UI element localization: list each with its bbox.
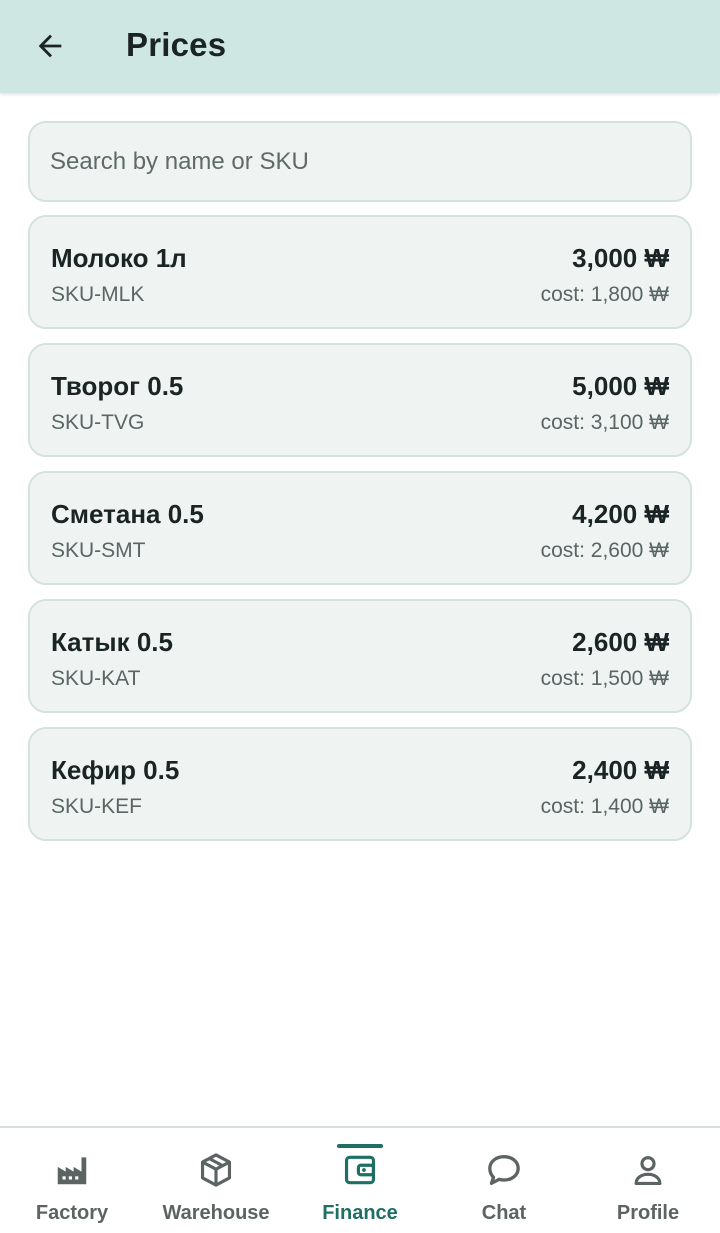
nav-item-factory[interactable]: Factory [0, 1128, 144, 1233]
arrow-left-icon [38, 34, 62, 58]
back-button[interactable] [26, 22, 74, 70]
nav-label: Profile [616, 1202, 680, 1224]
nav-item-chat[interactable]: Chat [432, 1128, 576, 1233]
price-list-item[interactable]: Молоко 1л SKU-MLK 3,000 ₩ cost: 1,800 ₩ [28, 215, 692, 329]
product-sku: SKU-KAT [51, 667, 141, 690]
nav-label: Warehouse [162, 1202, 270, 1224]
product-cost: cost: 1,400 ₩ [540, 795, 669, 818]
product-name: Творог 0.5 [51, 371, 184, 401]
person-icon [628, 1150, 668, 1190]
price-list-item[interactable]: Кефир 0.5 SKU-KEF 2,400 ₩ cost: 1,400 ₩ [28, 727, 692, 841]
nav-label: Finance [322, 1202, 398, 1224]
product-price: 3,000 ₩ [572, 243, 669, 273]
product-name: Молоко 1л [51, 243, 187, 273]
product-price: 5,000 ₩ [572, 371, 669, 401]
price-list-item[interactable]: Катык 0.5 SKU-KAT 2,600 ₩ cost: 1,500 ₩ [28, 599, 692, 713]
bottom-navigation: Factory Warehouse Finance Chat Profile [0, 1126, 720, 1233]
search-input[interactable] [50, 147, 670, 176]
box-icon [196, 1150, 236, 1190]
nav-item-profile[interactable]: Profile [576, 1128, 720, 1233]
page-title: Prices [126, 26, 227, 63]
product-cost: cost: 1,800 ₩ [540, 283, 669, 306]
top-app-bar: Prices [0, 0, 720, 93]
product-cost: cost: 3,100 ₩ [540, 411, 669, 434]
chat-bubble-icon [484, 1150, 524, 1190]
product-price: 2,400 ₩ [572, 755, 669, 785]
product-sku: SKU-TVG [51, 411, 145, 434]
nav-item-finance[interactable]: Finance [288, 1128, 432, 1233]
active-tab-indicator [337, 1144, 383, 1148]
product-name: Сметана 0.5 [51, 499, 204, 529]
nav-label: Chat [481, 1202, 527, 1224]
nav-label: Factory [35, 1202, 109, 1224]
product-price: 4,200 ₩ [572, 499, 669, 529]
product-sku: SKU-SMT [51, 539, 146, 562]
price-list-item[interactable]: Творог 0.5 SKU-TVG 5,000 ₩ cost: 3,100 ₩ [28, 343, 692, 457]
search-box[interactable] [28, 121, 692, 202]
price-list-item[interactable]: Сметана 0.5 SKU-SMT 4,200 ₩ cost: 2,600 … [28, 471, 692, 585]
product-sku: SKU-KEF [51, 795, 143, 818]
nav-item-warehouse[interactable]: Warehouse [144, 1128, 288, 1233]
product-name: Катык 0.5 [51, 627, 173, 657]
product-name: Кефир 0.5 [51, 755, 180, 785]
product-cost: cost: 2,600 ₩ [540, 539, 669, 562]
app-root: Prices Молоко 1л SKU-MLK 3,000 ₩ cost: 1… [0, 0, 720, 1233]
price-list: Молоко 1л SKU-MLK 3,000 ₩ cost: 1,800 ₩ … [28, 215, 692, 855]
wallet-icon [340, 1150, 380, 1190]
product-sku: SKU-MLK [51, 283, 145, 306]
product-cost: cost: 1,500 ₩ [540, 667, 669, 690]
factory-icon [52, 1150, 92, 1190]
product-price: 2,600 ₩ [572, 627, 669, 657]
